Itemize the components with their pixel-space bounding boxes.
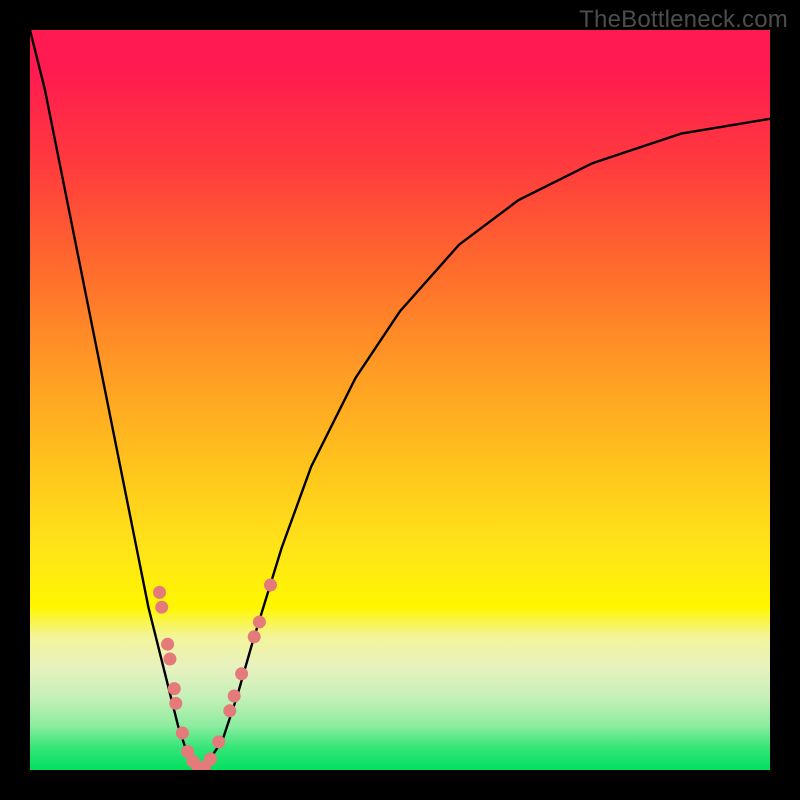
marker-point [264, 579, 277, 592]
marker-point [235, 667, 248, 680]
marker-point [176, 727, 189, 740]
marker-point [169, 697, 182, 710]
marker-point [253, 616, 266, 629]
bottleneck-curve [30, 30, 770, 770]
marker-point [204, 752, 217, 765]
marker-point [212, 735, 225, 748]
chart-container: TheBottleneck.com [0, 0, 800, 800]
marker-point [248, 630, 261, 643]
marker-point [161, 638, 174, 651]
marker-point [223, 704, 236, 717]
curve-layer [30, 30, 770, 770]
marker-point [168, 682, 181, 695]
marker-point [155, 601, 168, 614]
marker-point [153, 586, 166, 599]
marker-point [163, 653, 176, 666]
data-markers [153, 579, 277, 771]
watermark-text: TheBottleneck.com [579, 6, 788, 34]
plot-area [30, 30, 770, 770]
marker-point [228, 690, 241, 703]
